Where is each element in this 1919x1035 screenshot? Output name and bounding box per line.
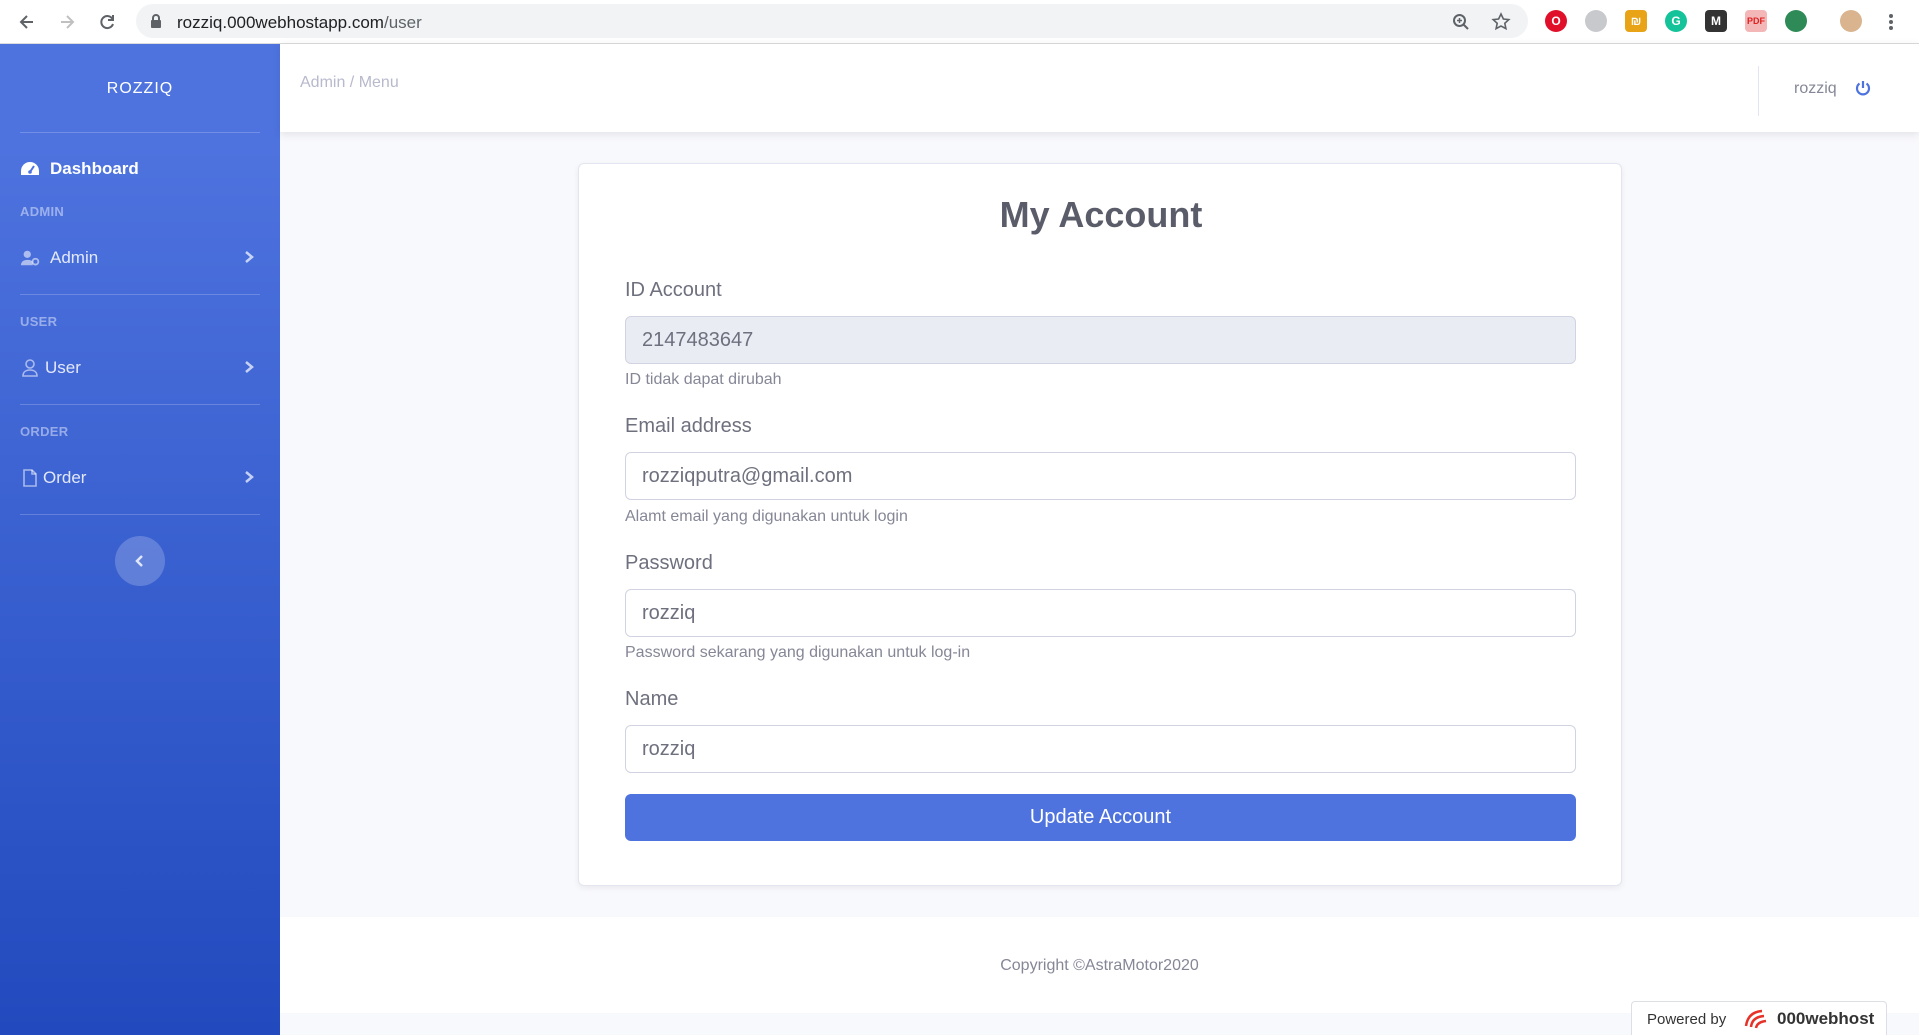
page-title: My Account: [999, 194, 1203, 235]
sidebar-item-user[interactable]: User: [0, 348, 280, 388]
forward-icon[interactable]: [52, 7, 82, 37]
password-input[interactable]: [626, 590, 1575, 636]
profile-avatar-icon[interactable]: [1840, 10, 1862, 32]
zoom-icon[interactable]: [1450, 11, 1472, 33]
sidebar-heading-order: ORDER: [20, 424, 69, 439]
id-account-input: [626, 317, 1575, 363]
power-icon[interactable]: [1854, 79, 1872, 97]
user-icon: [20, 358, 40, 378]
file-icon: [20, 468, 40, 488]
tachometer-icon: [20, 159, 40, 179]
email-help: Alamt email yang digunakan untuk login: [625, 508, 908, 525]
sidebar-divider: [20, 294, 260, 295]
sidebar-item-label: User: [45, 358, 81, 377]
id-account-label: ID Account: [625, 279, 722, 301]
cloud-extension-icon[interactable]: [1585, 10, 1607, 32]
globe-extension-icon[interactable]: [1785, 10, 1807, 32]
sidebar-divider: [20, 514, 260, 515]
id-account-field: [625, 316, 1576, 364]
topbar-username[interactable]: rozziq: [1794, 80, 1837, 98]
grammarly-extension-icon[interactable]: G: [1665, 10, 1687, 32]
sidebar-item-label: Order: [43, 468, 87, 487]
sidebar-item-label: Dashboard: [50, 159, 139, 178]
opera-extension-icon[interactable]: O: [1545, 10, 1567, 32]
m-extension-icon[interactable]: M: [1705, 10, 1727, 32]
bookmark-star-icon[interactable]: [1490, 11, 1512, 33]
sidebar-divider: [20, 132, 260, 133]
rating-extension-icon[interactable]: ₪: [1625, 10, 1647, 32]
password-label: Password: [625, 552, 713, 574]
browser-toolbar: rozziq.000webhostapp.com/user O ₪ G M PD…: [0, 0, 1919, 44]
url-path: /user: [383, 13, 422, 32]
chevron-right-icon: [245, 361, 254, 373]
back-icon[interactable]: [12, 7, 42, 37]
sidebar-item-label: Admin: [50, 248, 99, 267]
sidebar-item-order[interactable]: Order: [0, 458, 280, 498]
lock-icon: [150, 13, 162, 34]
sidebar-heading-user: USER: [20, 314, 58, 329]
email-label: Email address: [625, 415, 752, 437]
user-cog-icon: [20, 248, 40, 268]
browser-menu-icon[interactable]: [1876, 7, 1906, 37]
reload-icon[interactable]: [92, 7, 122, 37]
host-name: 000webhost: [1777, 1009, 1875, 1028]
topbar: Admin / Menu rozziq: [280, 44, 1919, 132]
name-field[interactable]: [625, 725, 1576, 773]
sidebar-item-admin[interactable]: Admin: [0, 238, 280, 278]
url-host: rozziq.000webhostapp.com: [177, 13, 384, 32]
chevron-right-icon: [245, 251, 254, 263]
email-field[interactable]: [625, 452, 1576, 500]
sidebar-divider: [20, 404, 260, 405]
id-account-help: ID tidak dapat dirubah: [625, 371, 782, 388]
topbar-divider: [1758, 66, 1759, 116]
password-field[interactable]: [625, 589, 1576, 637]
sidebar-toggle-button[interactable]: [115, 536, 165, 586]
chevron-left-icon: [135, 555, 143, 567]
password-help: Password sekarang yang digunakan untuk l…: [625, 644, 971, 661]
url-text: rozziq.000webhostapp.com/user: [177, 13, 422, 33]
copyright-text: Copyright ©AstraMotor2020: [1000, 957, 1199, 974]
sidebar-brand[interactable]: ROZZIQ: [0, 80, 280, 98]
breadcrumb: Admin / Menu: [300, 74, 399, 91]
000webhost-logo-icon: [1744, 1009, 1767, 1029]
sidebar: ROZZIQ Dashboard ADMIN Admin USER User O…: [0, 44, 280, 1035]
name-label: Name: [625, 688, 679, 710]
powered-by-badge[interactable]: Powered by 000webhost: [1631, 1001, 1887, 1035]
powered-by-label: Powered by: [1647, 1011, 1727, 1028]
pdf-extension-icon[interactable]: PDF: [1745, 10, 1767, 32]
footer: Copyright ©AstraMotor2020: [280, 917, 1919, 1013]
sidebar-heading-admin: ADMIN: [20, 204, 65, 219]
email-input[interactable]: [626, 453, 1575, 499]
sidebar-item-dashboard[interactable]: Dashboard: [0, 149, 280, 189]
update-account-button[interactable]: Update Account: [625, 794, 1576, 841]
address-bar[interactable]: rozziq.000webhostapp.com/user: [136, 4, 1528, 38]
chevron-right-icon: [245, 471, 254, 483]
account-card: My Account ID Account ID tidak dapat dir…: [578, 163, 1622, 886]
name-input[interactable]: [626, 726, 1575, 772]
